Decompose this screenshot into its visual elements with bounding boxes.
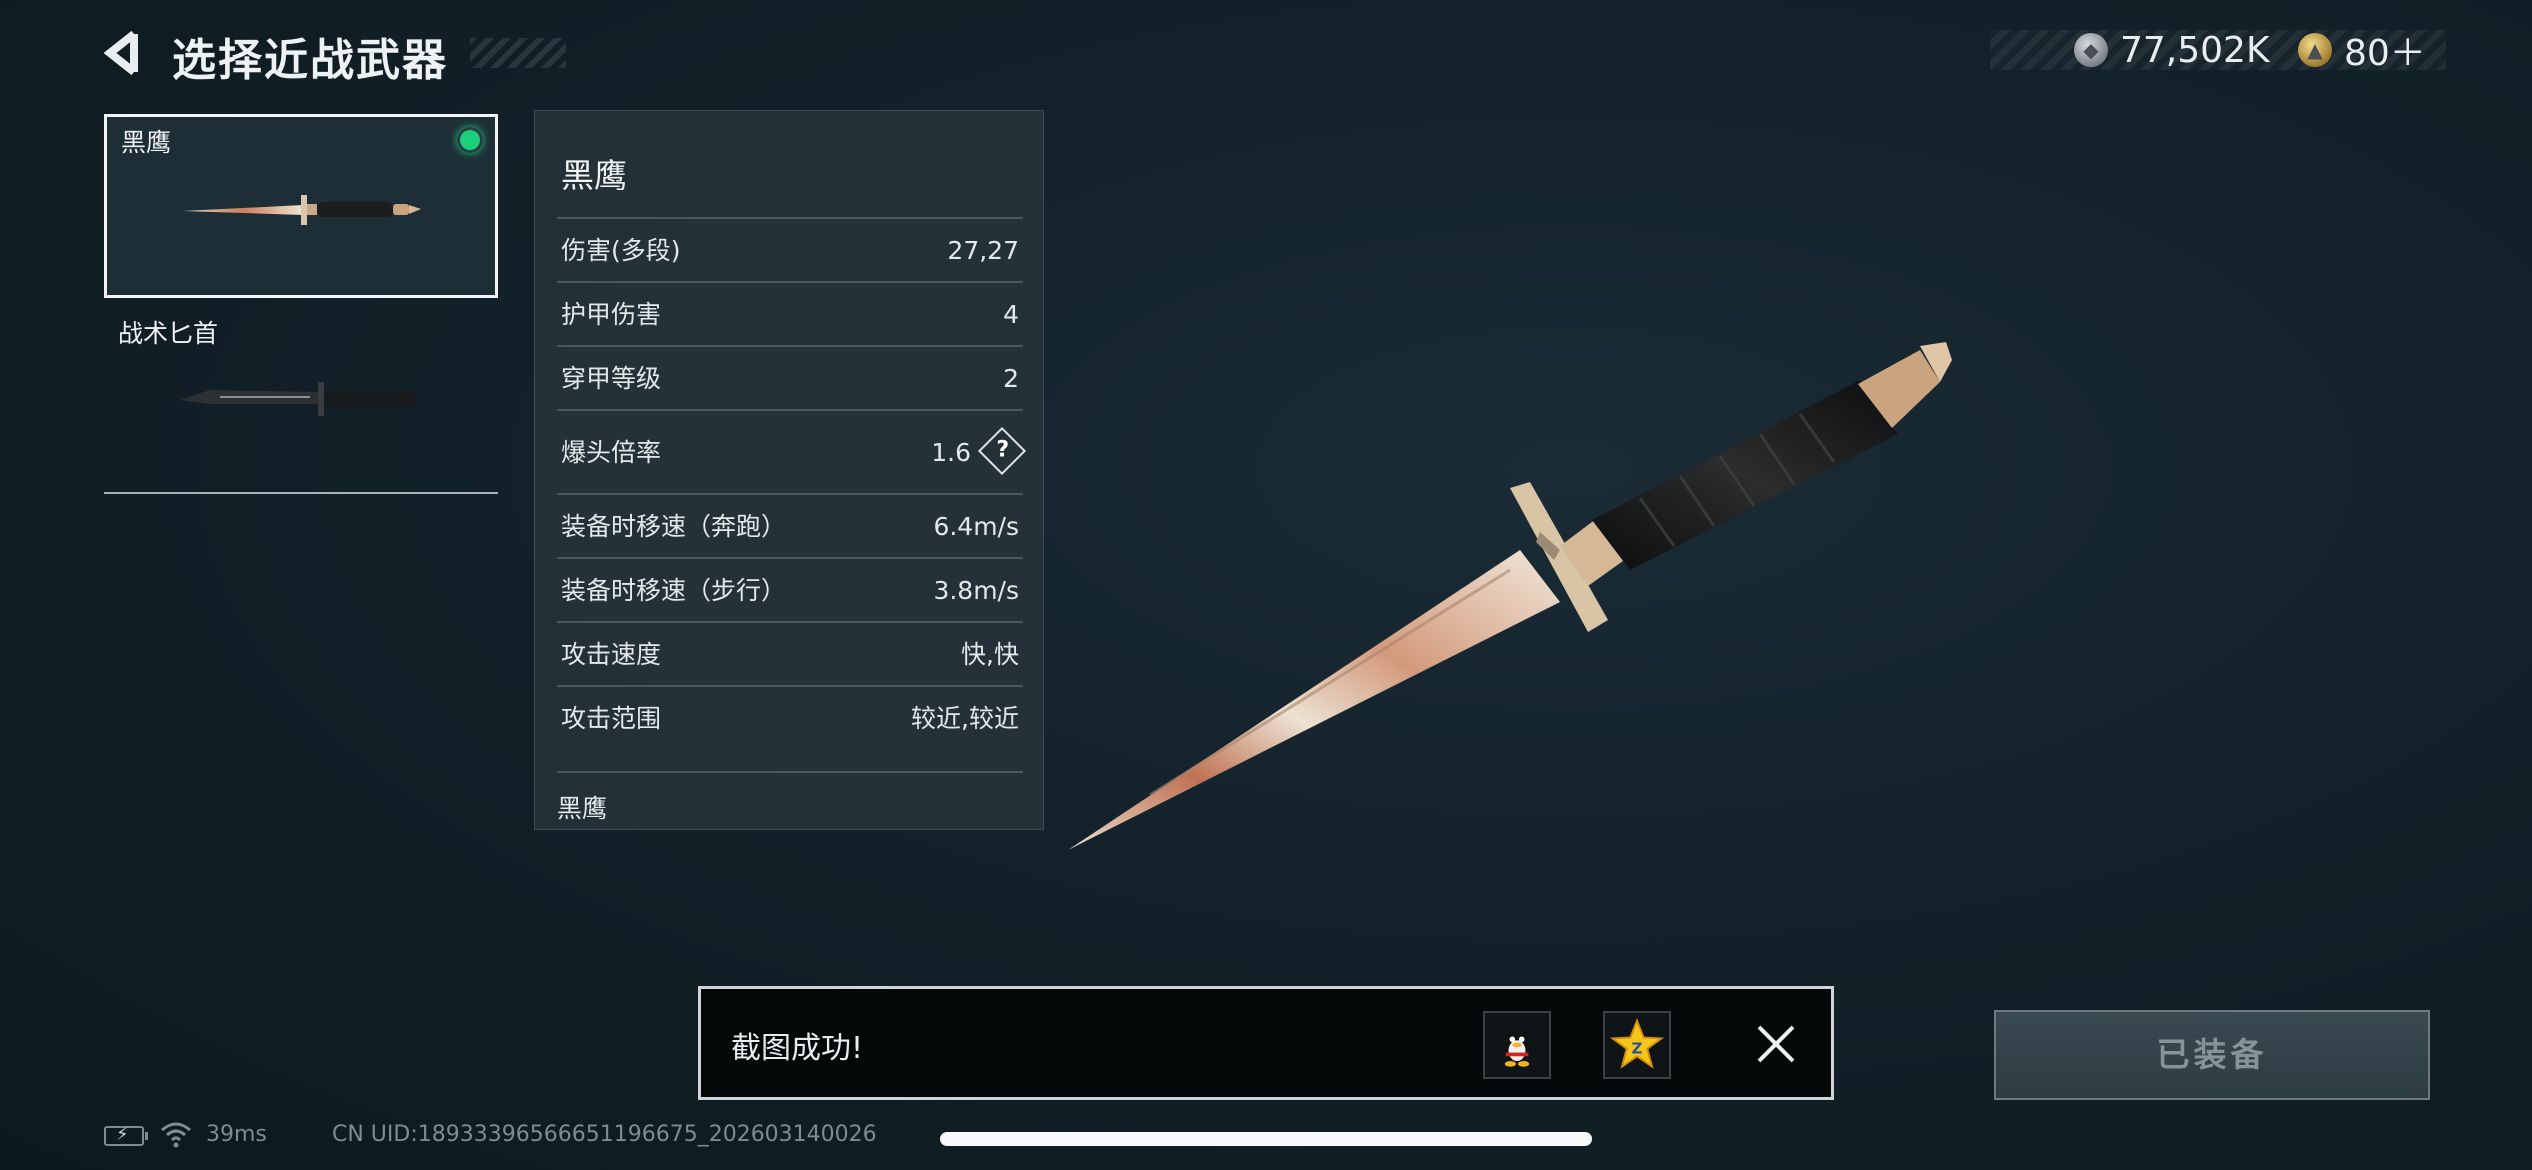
stat-value: 1.6 xyxy=(931,438,971,467)
stat-row-attack-speed: 攻击速度 快,快 xyxy=(557,621,1023,685)
toast-message: 截图成功! xyxy=(731,1031,864,1066)
silver-currency: ◆ 77,502K xyxy=(2074,29,2270,71)
stats-title: 黑鹰 xyxy=(561,156,627,195)
weapon-card-tactical-dagger[interactable]: 战术匕首 xyxy=(104,310,498,494)
stat-value: 较近,较近 xyxy=(911,704,1019,733)
help-icon[interactable]: ? xyxy=(977,426,1027,476)
uid-text: CN UID:18933396566651196675_202603140026 xyxy=(332,1122,877,1147)
weapon-card-name: 战术匕首 xyxy=(118,319,219,348)
stat-label: 伤害(多段) xyxy=(561,236,681,265)
stat-row-run-speed: 装备时移速（奔跑） 6.4m/s xyxy=(557,493,1023,557)
stat-value: 3.8m/s xyxy=(933,576,1019,605)
back-arrow-icon[interactable] xyxy=(100,28,150,78)
battery-icon: ⚡ xyxy=(104,1124,148,1146)
silver-coin-icon: ◆ xyxy=(2074,33,2108,67)
qq-penguin-icon xyxy=(1503,1029,1531,1067)
stat-value-group: 1.6? xyxy=(931,411,1027,495)
stat-row-headshot: 爆头倍率 1.6? xyxy=(557,409,1027,495)
blackhawk-thumbnail xyxy=(183,195,421,225)
weapon-card-name: 黑鹰 xyxy=(121,128,172,157)
stat-value: 6.4m/s xyxy=(933,512,1019,541)
weapon-stats-panel: 黑鹰 伤害(多段) 27,27 护甲伤害 4 穿甲等级 2 爆头倍率 1.6? … xyxy=(534,110,1044,830)
page-title: 选择近战武器 xyxy=(172,35,448,86)
share-qq-button[interactable] xyxy=(1483,1011,1551,1079)
stat-label: 攻击速度 xyxy=(561,640,662,669)
qzone-star-icon: Z xyxy=(1609,1017,1665,1069)
stat-value: 27,27 xyxy=(947,236,1019,265)
knife-preview[interactable] xyxy=(1040,320,2020,880)
gold-coin-icon: ▲ xyxy=(2298,33,2332,67)
stats-footer: 黑鹰 xyxy=(557,771,1023,825)
stat-label: 护甲伤害 xyxy=(561,300,662,329)
stat-label: 穿甲等级 xyxy=(561,364,662,393)
silver-amount: 77,502K xyxy=(2120,29,2270,71)
stat-value: 快,快 xyxy=(961,640,1019,669)
gold-currency: ▲ 80＋ xyxy=(2298,30,2426,74)
weapon-card-blackhawk[interactable]: 黑鹰 xyxy=(104,114,498,298)
close-icon[interactable] xyxy=(1751,1019,1801,1069)
stat-row-penetration: 穿甲等级 2 xyxy=(557,345,1023,409)
equipped-indicator-icon xyxy=(457,127,483,153)
stat-label: 攻击范围 xyxy=(561,704,662,733)
stat-value: 2 xyxy=(1003,364,1019,393)
stat-label: 装备时移速（步行） xyxy=(561,576,787,605)
wifi-icon xyxy=(161,1122,191,1148)
share-qzone-button[interactable]: Z xyxy=(1603,1011,1671,1079)
stat-row-armor-damage: 护甲伤害 4 xyxy=(557,281,1023,345)
gold-amount: 80＋ xyxy=(2344,33,2426,74)
home-indicator[interactable] xyxy=(940,1132,1592,1146)
ping-indicator: 39ms xyxy=(206,1122,267,1147)
stat-label: 装备时移速（奔跑） xyxy=(561,512,787,541)
svg-text:Z: Z xyxy=(1632,1039,1643,1057)
stat-value: 4 xyxy=(1003,300,1019,329)
screenshot-toast: 截图成功! Z xyxy=(698,986,1834,1100)
stat-label: 爆头倍率 xyxy=(561,438,662,467)
tactical-dagger-thumbnail xyxy=(180,382,416,416)
stat-row-damage: 伤害(多段) 27,27 xyxy=(557,217,1023,281)
stat-row-attack-range: 攻击范围 较近,较近 xyxy=(557,685,1023,749)
equipped-button[interactable]: 已装备 xyxy=(1994,1010,2430,1100)
stat-row-walk-speed: 装备时移速（步行） 3.8m/s xyxy=(557,557,1023,621)
title-decoration xyxy=(470,38,566,68)
